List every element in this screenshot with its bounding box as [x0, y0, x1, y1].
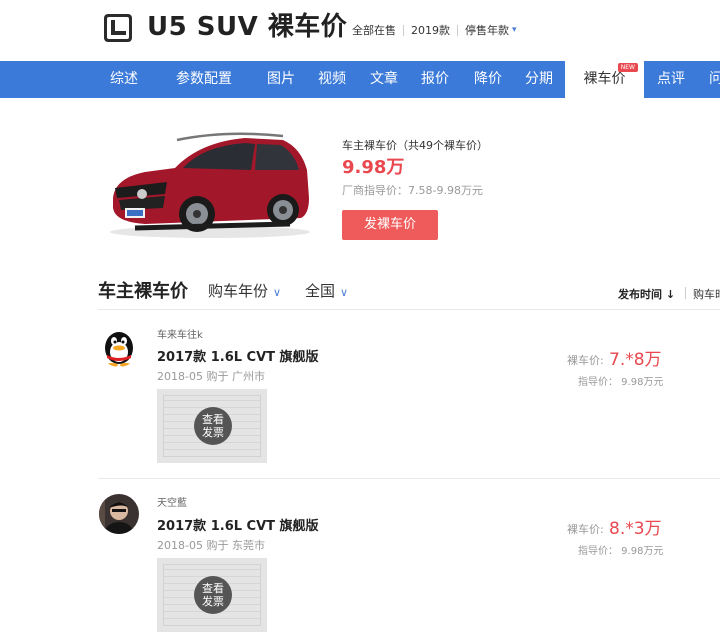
avatar[interactable]	[99, 327, 139, 367]
invoice-thumbnail[interactable]: 查看 发票	[157, 558, 267, 632]
page-header: U5 SUV 裸车价 全部在售 2019款 停售年款 ▾	[0, 0, 720, 61]
tab-bare-price[interactable]: 裸车价 NEW	[565, 61, 644, 98]
tab-articles[interactable]: 文章	[370, 61, 398, 98]
entry-divider	[98, 478, 720, 479]
tab-questions[interactable]: 问	[709, 61, 720, 98]
region-dropdown[interactable]: 全国 ∨	[305, 280, 348, 301]
section-divider	[98, 309, 720, 310]
sort-by-post-time-label: 发布时间	[618, 288, 662, 301]
qq-penguin-icon	[99, 327, 139, 367]
tab-specs[interactable]: 参数配置	[176, 61, 232, 98]
tab-reviews[interactable]: 点评	[657, 61, 685, 98]
purchase-info: 2018-05 购于 广州市	[157, 370, 265, 383]
bare-price-count: 车主裸车价（共49个裸车价）	[342, 139, 488, 152]
purchase-info: 2018-05 购于 东莞市	[157, 539, 265, 552]
filter-discontinued[interactable]: 停售年款	[465, 22, 509, 38]
view-invoice-button[interactable]: 查看 发票	[194, 407, 232, 445]
year-filter: 全部在售 2019款 停售年款 ▾	[352, 22, 517, 38]
tab-discounts[interactable]: 降价	[474, 61, 502, 98]
filter-2019[interactable]: 2019款	[411, 22, 450, 38]
msrp-value: 指导价： 9.98万元	[578, 546, 664, 557]
invoice-thumbnail[interactable]: 查看 发票	[157, 389, 267, 463]
purchase-year-dropdown[interactable]: 购车年份 ∨	[208, 280, 281, 301]
sort-divider	[685, 287, 686, 299]
chevron-down-icon: ∨	[340, 286, 349, 299]
filter-divider	[457, 24, 458, 36]
brand-logo-icon[interactable]	[103, 13, 133, 43]
tab-photos[interactable]: 图片	[267, 61, 295, 98]
avatar[interactable]	[99, 494, 139, 534]
region-label: 全国	[305, 282, 336, 300]
filter-divider	[403, 24, 404, 36]
user-photo-icon	[99, 494, 139, 534]
bare-price-label: 裸车价:	[567, 354, 604, 367]
filter-all-on-sale[interactable]: 全部在售	[352, 22, 396, 38]
bare-price-label: 裸车价:	[567, 523, 604, 536]
purchase-year-label: 购车年份	[208, 282, 269, 300]
username[interactable]: 车来车往k	[157, 326, 203, 341]
car-model[interactable]: 2017款 1.6L CVT 旗舰版	[157, 346, 319, 365]
tab-quotes[interactable]: 报价	[421, 61, 449, 98]
car-model[interactable]: 2017款 1.6L CVT 旗舰版	[157, 515, 319, 534]
tab-overview[interactable]: 综述	[110, 61, 138, 98]
new-badge: NEW	[617, 63, 638, 72]
sort-by-purchase-time[interactable]: 购车时	[693, 286, 720, 302]
post-bare-price-button[interactable]: 发裸车价	[342, 210, 438, 240]
username[interactable]: 天空藍	[157, 494, 187, 509]
arrow-down-icon: ↓	[665, 288, 676, 301]
average-bare-price: 9.98万	[342, 157, 405, 178]
chevron-down-icon: ∨	[273, 286, 282, 299]
sort-by-post-time[interactable]: 发布时间 ↓	[618, 286, 675, 302]
msrp-range: 厂商指导价：7.58-9.98万元	[342, 184, 483, 197]
tab-installments[interactable]: 分期	[525, 61, 553, 98]
chevron-down-icon[interactable]: ▾	[512, 25, 517, 35]
bare-price-value: 7.*8万	[609, 350, 662, 370]
tab-videos[interactable]: 视频	[318, 61, 346, 98]
msrp-value: 指导价： 9.98万元	[578, 377, 664, 388]
view-invoice-button[interactable]: 查看 发票	[194, 576, 232, 614]
page-title: U5 SUV 裸车价	[147, 12, 348, 42]
car-image[interactable]	[105, 128, 315, 240]
tab-bare-price-label: 裸车价	[583, 71, 626, 87]
bare-price-value: 8.*3万	[609, 519, 662, 539]
main-nav: 综述 参数配置 图片 视频 文章 报价 降价 分期 裸车价 NEW 点评 问	[0, 61, 720, 98]
section-title: 车主裸车价	[98, 281, 188, 302]
